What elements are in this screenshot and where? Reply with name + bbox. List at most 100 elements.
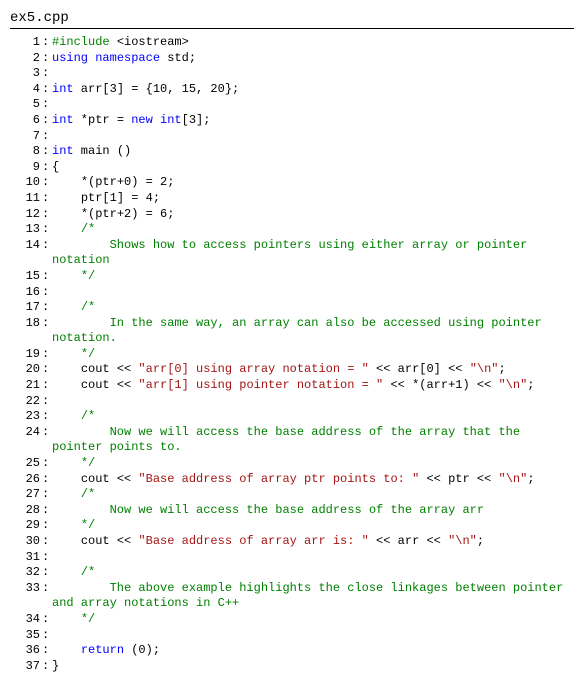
code-line: 25: */ <box>10 456 574 472</box>
line-separator: : <box>40 300 50 316</box>
tok: Now we will access the base address of t… <box>52 503 484 517</box>
line-source: The above example highlights the close l… <box>50 581 574 612</box>
line-number: 1 <box>10 35 40 51</box>
code-line: 3: <box>10 66 574 82</box>
line-number: 21 <box>10 378 40 394</box>
line-source: */ <box>50 612 574 628</box>
line-separator: : <box>40 269 50 285</box>
line-separator: : <box>40 643 50 659</box>
code-line: 6:int *ptr = new int[3]; <box>10 113 574 129</box>
code-line: 28: Now we will access the base address … <box>10 503 574 519</box>
line-number: 16 <box>10 285 40 301</box>
line-separator: : <box>40 534 50 550</box>
code-line: 4:int arr[3] = {10, 15, 20}; <box>10 82 574 98</box>
tok: std; <box>160 51 196 65</box>
tok: "\n" <box>498 378 527 392</box>
tok: namespace <box>95 51 160 65</box>
tok: } <box>52 659 59 673</box>
line-source: int main () <box>50 144 574 160</box>
line-number: 6 <box>10 113 40 129</box>
code-line: 15: */ <box>10 269 574 285</box>
line-number: 31 <box>10 550 40 566</box>
tok: { <box>52 160 59 174</box>
tok: "\n" <box>448 534 477 548</box>
tok: (0); <box>124 643 160 657</box>
line-separator: : <box>40 51 50 67</box>
line-source: cout << "arr[0] using array notation = "… <box>50 362 574 378</box>
tok: <iostream> <box>117 35 189 49</box>
line-separator: : <box>40 144 50 160</box>
code-line: 14: Shows how to access pointers using e… <box>10 238 574 269</box>
line-separator: : <box>40 472 50 488</box>
tok: In the same way, an array can also be ac… <box>52 316 549 346</box>
tok: */ <box>52 612 95 626</box>
line-separator: : <box>40 191 50 207</box>
line-number: 35 <box>10 628 40 644</box>
code-line: 36: return (0); <box>10 643 574 659</box>
tok: "arr[0] using array notation = " <box>138 362 368 376</box>
line-source: cout << "Base address of array ptr point… <box>50 472 574 488</box>
code-line: 1:#include <iostream> <box>10 35 574 51</box>
line-number: 5 <box>10 97 40 113</box>
tok: arr[3] = {10, 15, 20}; <box>74 82 240 96</box>
line-number: 18 <box>10 316 40 332</box>
line-separator: : <box>40 238 50 254</box>
tok: using <box>52 51 88 65</box>
tok: "arr[1] using pointer notation = " <box>138 378 383 392</box>
tok: /* <box>52 222 95 236</box>
line-source: using namespace std; <box>50 51 574 67</box>
line-separator: : <box>40 612 50 628</box>
line-number: 28 <box>10 503 40 519</box>
line-source: } <box>50 659 574 675</box>
line-separator: : <box>40 378 50 394</box>
tok: "Base address of array arr is: " <box>138 534 368 548</box>
line-number: 17 <box>10 300 40 316</box>
line-number: 29 <box>10 518 40 534</box>
tok: */ <box>52 347 95 361</box>
code-line: 37:} <box>10 659 574 675</box>
tok: /* <box>52 409 95 423</box>
line-source: Now we will access the base address of t… <box>50 425 574 456</box>
line-separator: : <box>40 362 50 378</box>
code-line: 33: The above example highlights the clo… <box>10 581 574 612</box>
line-source: /* <box>50 487 574 503</box>
tok: #include <box>52 35 117 49</box>
tok: Shows how to access pointers using eithe… <box>52 238 534 268</box>
line-separator: : <box>40 394 50 410</box>
code-line: 23: /* <box>10 409 574 425</box>
code-listing: 1:#include <iostream>2:using namespace s… <box>10 35 574 674</box>
tok: Now we will access the base address of t… <box>52 425 527 455</box>
line-number: 36 <box>10 643 40 659</box>
line-number: 23 <box>10 409 40 425</box>
tok: << *(arr+1) << <box>383 378 498 392</box>
line-source: *(ptr+2) = 6; <box>50 207 574 223</box>
line-source: Now we will access the base address of t… <box>50 503 574 519</box>
tok: int <box>52 144 74 158</box>
line-source: cout << "Base address of array arr is: "… <box>50 534 574 550</box>
line-separator: : <box>40 628 50 644</box>
tok: *(ptr+0) = 2; <box>52 175 174 189</box>
code-line: 16: <box>10 285 574 301</box>
line-number: 3 <box>10 66 40 82</box>
tok: */ <box>52 456 95 470</box>
tok: << ptr << <box>419 472 498 486</box>
tok: ; <box>527 472 534 486</box>
line-number: 11 <box>10 191 40 207</box>
tok: cout << <box>52 362 138 376</box>
code-line: 5: <box>10 97 574 113</box>
tok: *ptr = <box>74 113 132 127</box>
line-separator: : <box>40 285 50 301</box>
tok: ptr[1] = 4; <box>52 191 160 205</box>
line-separator: : <box>40 581 50 597</box>
file-title: ex5.cpp <box>10 10 574 29</box>
line-number: 19 <box>10 347 40 363</box>
line-source: *(ptr+0) = 2; <box>50 175 574 191</box>
tok: int <box>160 113 182 127</box>
line-number: 13 <box>10 222 40 238</box>
tok: /* <box>52 487 95 501</box>
line-separator: : <box>40 347 50 363</box>
line-source: */ <box>50 269 574 285</box>
line-number: 8 <box>10 144 40 160</box>
line-number: 33 <box>10 581 40 597</box>
line-number: 10 <box>10 175 40 191</box>
